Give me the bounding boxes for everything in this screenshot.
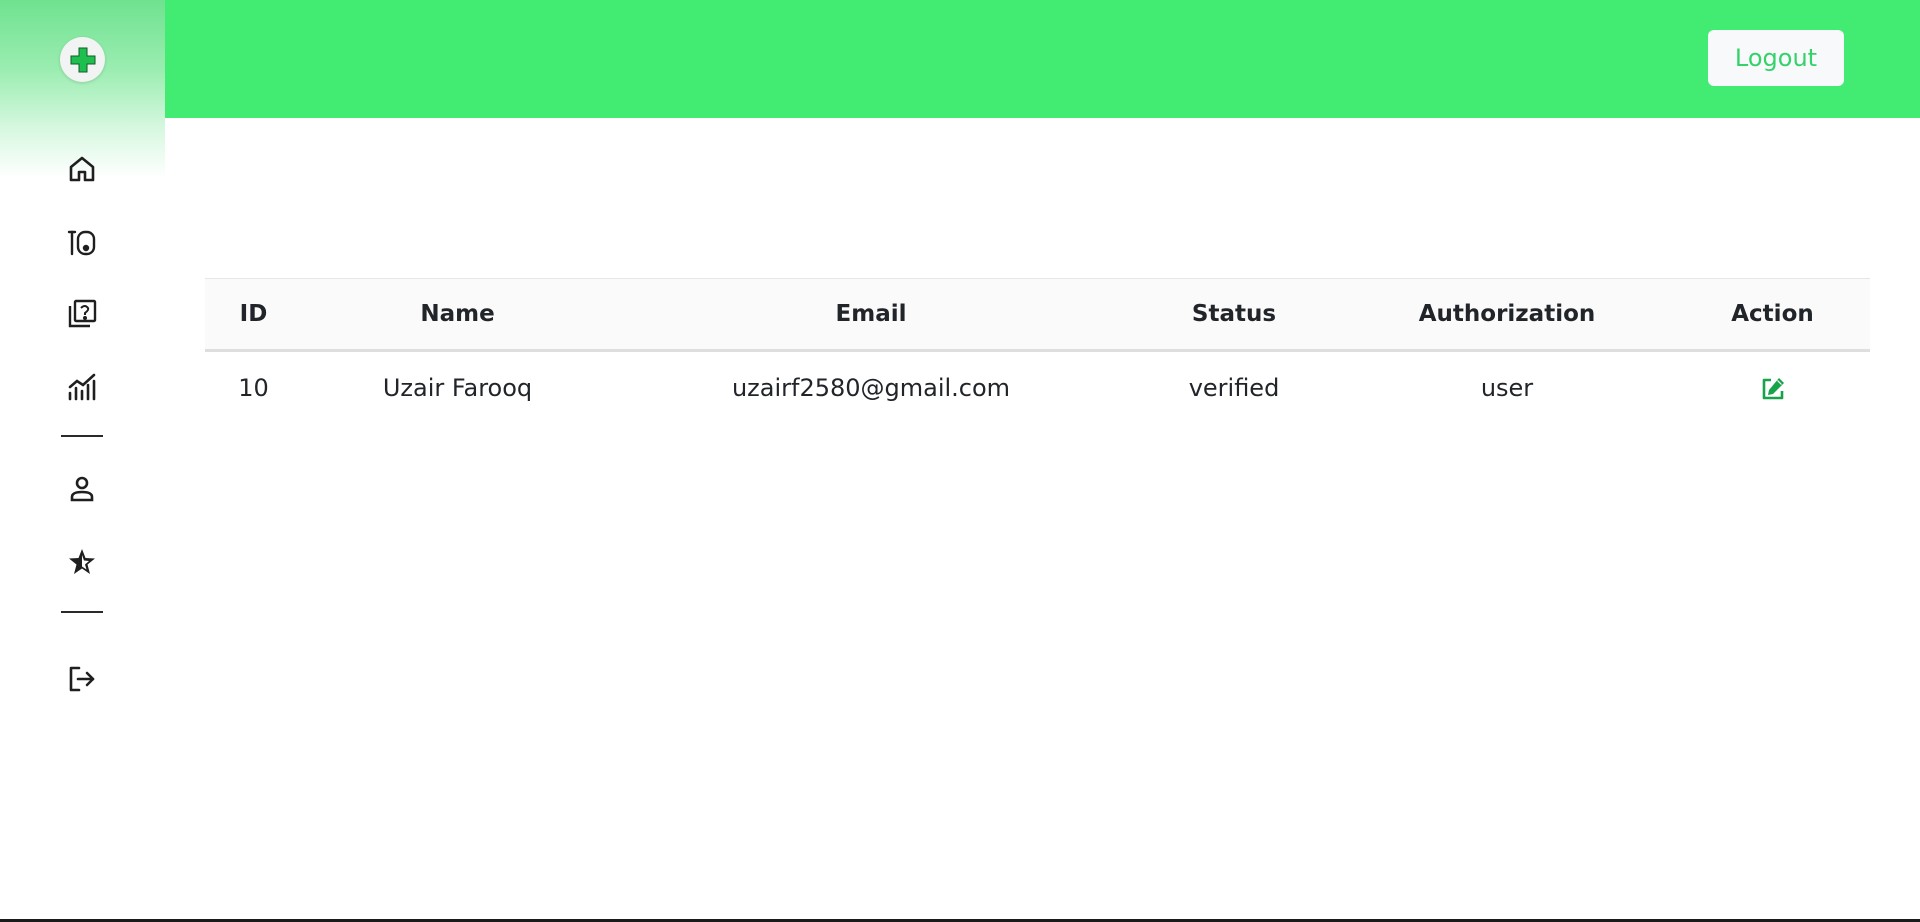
table-row: 10 Uzair Farooq uzairf2580@gmail.com ver…: [205, 351, 1870, 424]
sidebar-divider: [61, 611, 103, 613]
users-table-container: ID Name Email Status Authorization Actio…: [205, 278, 1870, 424]
sidebar-item-questions[interactable]: [62, 294, 102, 334]
user-icon: [70, 476, 94, 502]
column-header-email: Email: [835, 301, 907, 327]
edit-icon: [1762, 377, 1784, 400]
column-header-name: Name: [420, 301, 495, 327]
cell-id: 10: [238, 373, 269, 402]
users-table: ID Name Email Status Authorization Actio…: [205, 278, 1870, 424]
star-icon: [69, 549, 95, 574]
table-header-row: ID Name Email Status Authorization Actio…: [205, 278, 1870, 351]
column-header-authorization: Authorization: [1418, 301, 1596, 327]
app-logo[interactable]: [60, 37, 105, 82]
cell-status: verified: [1188, 373, 1280, 402]
sidebar-divider: [61, 435, 103, 437]
top-bar: Logout: [165, 0, 1920, 118]
sidebar-item-profile[interactable]: [62, 469, 102, 509]
medical-cross-icon: [70, 47, 95, 72]
home-icon: [69, 156, 95, 182]
column-header-status: Status: [1191, 301, 1277, 327]
cell-authorization: user: [1480, 373, 1534, 402]
sidebar-item-analytics[interactable]: [62, 367, 102, 407]
column-header-id: ID: [239, 301, 268, 327]
logout-button[interactable]: Logout: [1708, 30, 1844, 86]
sidebar-item-favorites[interactable]: [62, 542, 102, 582]
chart-icon: [68, 373, 96, 401]
medicine-icon: [67, 230, 96, 256]
sidebar-item-home[interactable]: [62, 149, 102, 189]
column-header-action: Action: [1731, 301, 1814, 327]
sidebar: [0, 0, 165, 918]
question-icon: [68, 299, 97, 328]
sign-out-icon: [69, 666, 95, 692]
sidebar-item-logout[interactable]: [62, 659, 102, 699]
cell-email: uzairf2580@gmail.com: [731, 373, 1011, 402]
cell-name: Uzair Farooq: [382, 373, 533, 402]
sidebar-item-medicines[interactable]: [62, 222, 102, 262]
edit-button[interactable]: [1760, 376, 1786, 402]
cell-action: [1675, 351, 1870, 424]
